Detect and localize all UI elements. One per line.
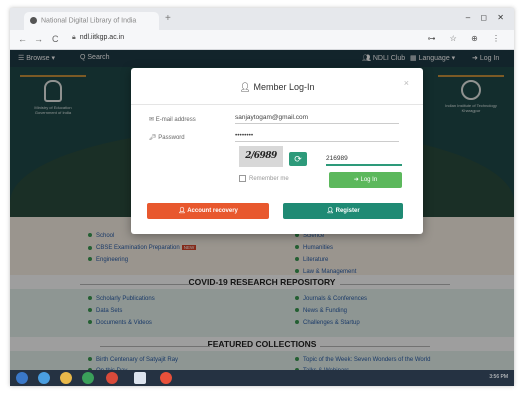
clock: 3:56 PM: [489, 374, 508, 380]
url-field[interactable]: 🔒︎ ndl.iitkgp.ac.in: [72, 34, 124, 42]
tab-title: National Digital Library of India: [41, 17, 137, 25]
favicon-icon: [30, 17, 37, 24]
envelope-icon: ✉: [149, 117, 156, 123]
url-text: ndl.iitkgp.ac.in: [79, 34, 125, 41]
login-button[interactable]: ➜ Log In: [329, 172, 402, 188]
close-icon[interactable]: ×: [404, 78, 409, 88]
email-field[interactable]: [235, 112, 399, 124]
refresh-icon[interactable]: ⟳: [289, 152, 307, 166]
login-modal: 👤︎ Member Log-In × ✉ E-mail address 🔑︎ P…: [131, 68, 423, 234]
reload-icon[interactable]: C: [52, 34, 59, 44]
remember-me-checkbox[interactable]: Remember me: [239, 175, 289, 182]
register-button[interactable]: 👤︎ Register: [283, 203, 403, 219]
sign-in-icon: ➜: [353, 177, 361, 183]
checkbox-icon: [239, 175, 246, 182]
ie-icon[interactable]: [38, 372, 50, 384]
screenshot-frame: National Digital Library of India + – ◻ …: [10, 8, 514, 386]
folder-icon[interactable]: [60, 372, 72, 384]
modal-title: 👤︎ Member Log-In: [239, 82, 315, 92]
captcha-image: 2/6989: [239, 146, 283, 167]
media-icon[interactable]: [82, 372, 94, 384]
recovery-icon: 👤︎: [178, 208, 188, 214]
new-tab-button[interactable]: +: [165, 13, 171, 24]
email-label: ✉ E-mail address: [149, 117, 196, 123]
browser-tab-bar: National Digital Library of India + – ◻ …: [10, 8, 514, 30]
address-bar: ← → C 🔒︎ ndl.iitkgp.ac.in ⊶ ☆ ⊕ ⋮: [10, 30, 514, 50]
app-icon[interactable]: [106, 372, 118, 384]
window-controls[interactable]: – ◻ ✕: [466, 13, 508, 22]
start-icon[interactable]: [16, 372, 28, 384]
forward-icon[interactable]: →: [34, 34, 43, 44]
window-icon[interactable]: [134, 372, 146, 384]
browser-toolbar-icons[interactable]: ⊶ ☆ ⊕ ⋮: [427, 34, 506, 43]
back-icon[interactable]: ←: [18, 34, 27, 44]
add-user-icon: 👤︎: [326, 208, 336, 214]
account-recovery-button[interactable]: 👤︎ Account recovery: [147, 203, 269, 219]
password-label: 🔑︎ Password: [149, 135, 185, 141]
lock-icon: 🔒︎: [72, 34, 76, 41]
divider: [131, 104, 423, 105]
user-icon: 👤︎: [239, 82, 254, 92]
taskbar: 3:56 PM: [10, 370, 514, 386]
captcha-input[interactable]: [326, 152, 402, 166]
key-icon: 🔑︎: [149, 135, 159, 141]
password-field[interactable]: [235, 130, 399, 142]
chrome-icon[interactable]: [160, 372, 172, 384]
browser-tab[interactable]: National Digital Library of India: [24, 12, 159, 30]
